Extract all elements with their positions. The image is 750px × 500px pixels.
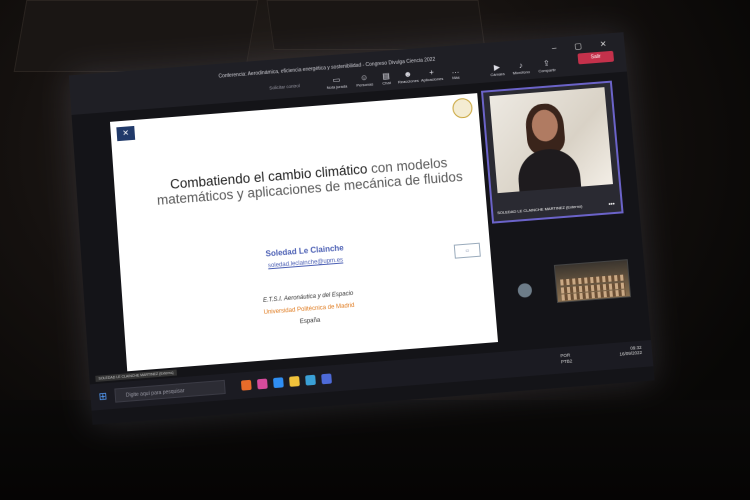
- request-control-button[interactable]: Solicitar control: [269, 83, 300, 90]
- participant-name: SOLEDAD LE CLAINCHE MARTINEZ (Externo): [497, 204, 583, 216]
- participant-video-tile[interactable]: SOLEDAD LE CLAINCHE MARTINEZ (Externo) •…: [481, 81, 624, 224]
- presentation-slide: ✕ Combatiendo el cambio climático con mo…: [110, 93, 498, 371]
- toolbar-more-button[interactable]: … Más: [443, 66, 468, 81]
- taskbar-search-input[interactable]: Digite aquí para pesquisar: [114, 380, 225, 403]
- edge-icon[interactable]: [273, 377, 284, 388]
- system-clock[interactable]: 09:32 16/09/2022: [619, 345, 642, 357]
- teams-taskbar-icon[interactable]: [321, 373, 332, 384]
- ceiling-panel-left: [14, 0, 259, 72]
- toolbar-microphone-button[interactable]: ♪ Micrófono: [509, 61, 534, 76]
- store-icon[interactable]: [305, 375, 316, 386]
- taskbar-app-icon[interactable]: [257, 379, 268, 390]
- university-crest-icon: [452, 98, 473, 119]
- ceiling-panel-right: [266, 0, 485, 50]
- more-options-icon[interactable]: •••: [608, 202, 615, 208]
- keyboard-language[interactable]: POR PTB2: [560, 352, 572, 365]
- taskbar-app-icon[interactable]: [241, 380, 252, 391]
- institution-logo-icon: ▭: [454, 243, 481, 259]
- participant-video-feed: [489, 87, 613, 193]
- slide-title: Combatiendo el cambio climático con mode…: [144, 153, 475, 209]
- toolbar-apps-button[interactable]: + Aplicaciones: [419, 68, 444, 83]
- speaker-body: [516, 147, 581, 192]
- toolbar-reactions-button[interactable]: ☻ Reacciones: [396, 70, 421, 85]
- avatar[interactable]: [517, 283, 532, 298]
- toolbar-camera-button[interactable]: ▶ Cámara: [485, 63, 510, 78]
- toolbar-share-button[interactable]: ⇪ Compartir: [534, 59, 559, 74]
- projected-screen: Conferencia: Aerodinámica, eficiencia en…: [69, 32, 655, 425]
- toolbar-note-button[interactable]: ▭ Nota jurada: [324, 75, 349, 90]
- leave-button[interactable]: Salir: [577, 51, 614, 65]
- slide-logo-icon: ✕: [116, 126, 135, 141]
- audience-video-thumbnail[interactable]: [554, 259, 631, 303]
- windows-start-icon[interactable]: ⊞: [98, 391, 107, 403]
- folder-icon[interactable]: [289, 376, 300, 387]
